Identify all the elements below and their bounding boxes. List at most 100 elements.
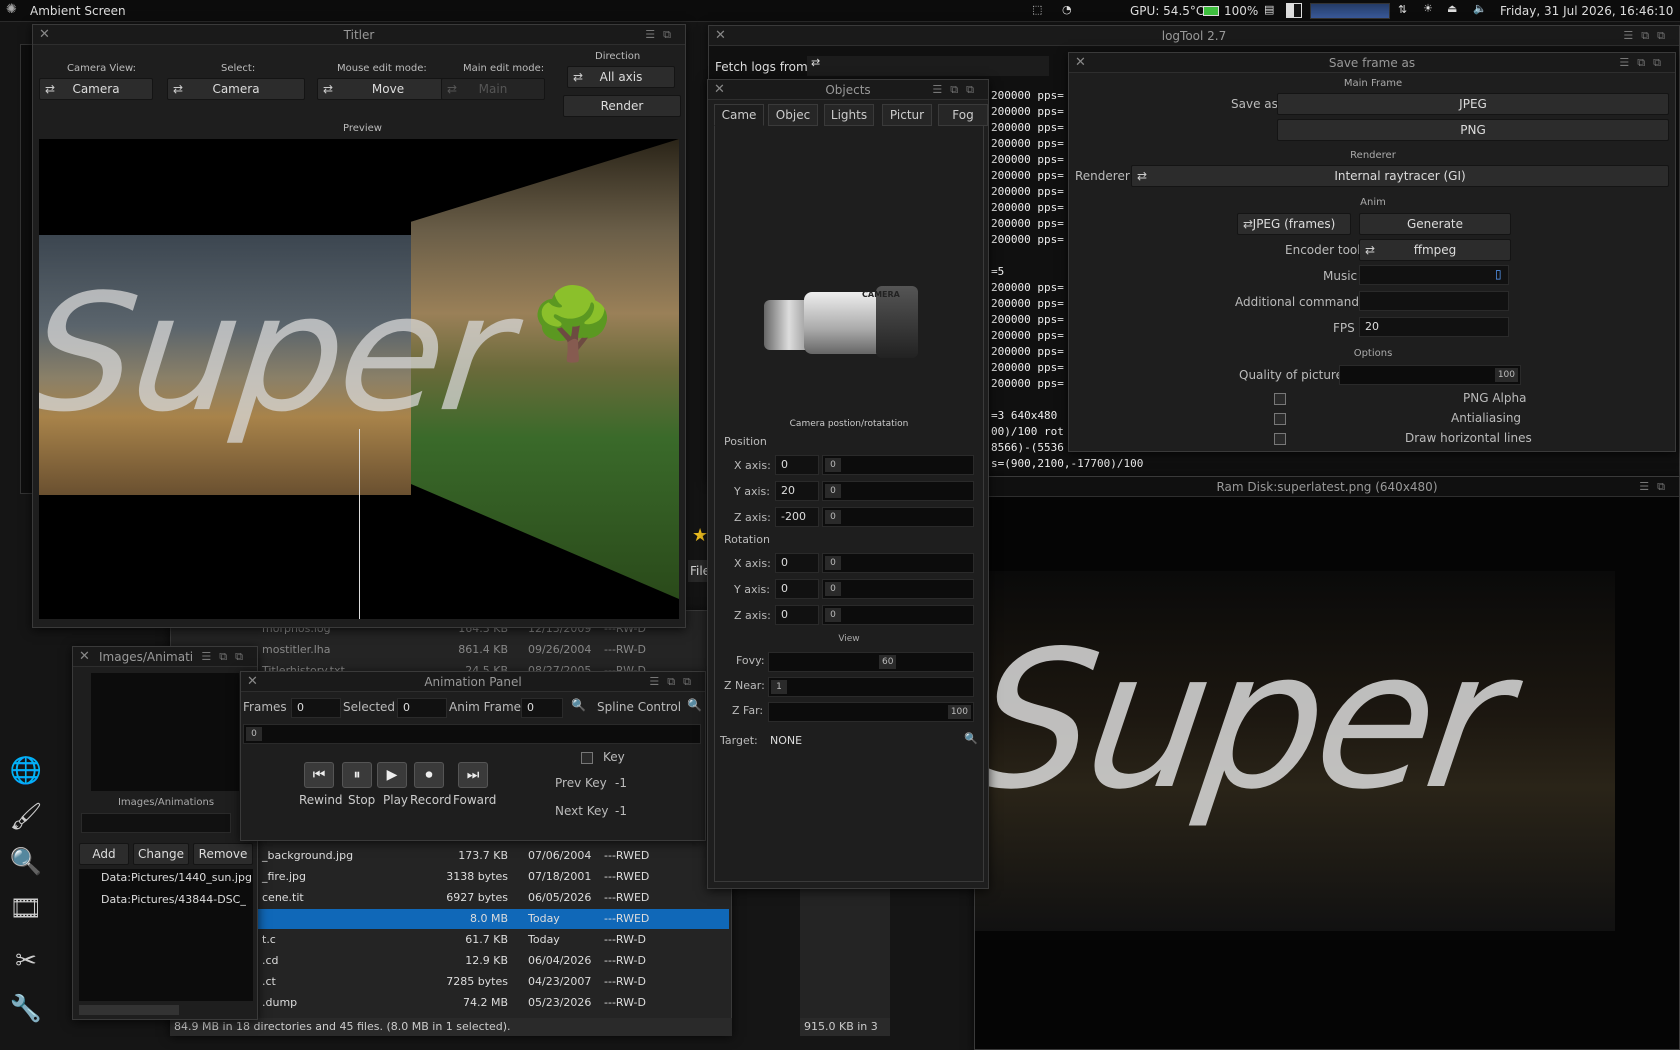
images-list-item[interactable]: Data:Pictures/43844-DSC_ [101, 893, 246, 906]
window-controls-icon[interactable]: ☰⧉ [1639, 477, 1673, 497]
images-titlebar[interactable]: ✕ Images/Animati ☰⧉⧉ [73, 647, 257, 667]
pos-x-knob[interactable]: 0 [825, 458, 841, 472]
logtool-titlebar[interactable]: ✕ logTool 2.7 ☰⧉⧉ [709, 26, 1679, 46]
file-row[interactable]: .cd 12.9 KB 06/04/2026 ---RW-D [252, 951, 729, 971]
close-icon[interactable]: ✕ [715, 26, 726, 46]
dock-wrench-icon[interactable]: 🔧 [4, 990, 48, 1028]
fovy-slider[interactable]: 60 [768, 652, 974, 672]
images-name-field[interactable] [81, 813, 231, 833]
select-cycle[interactable]: ⇄ Camera [167, 78, 305, 100]
quality-knob[interactable]: 100 [1494, 368, 1518, 382]
pos-y-field[interactable]: 20 [775, 481, 819, 501]
mouse-edit-cycle[interactable]: ⇄ Move [317, 78, 459, 100]
dock-paint-icon[interactable]: 🖌 [4, 798, 48, 836]
pos-z-slider[interactable]: 0 [822, 507, 974, 527]
zfar-slider[interactable]: 100 [768, 702, 974, 722]
images-list-item[interactable]: Data:Pictures/1440_sun.jpg [101, 871, 252, 884]
add-button[interactable]: Add [79, 843, 129, 865]
anim-titlebar[interactable]: ✕ Animation Panel ☰⧉⧉ [241, 672, 705, 692]
generate-button[interactable]: Generate [1359, 213, 1511, 235]
selected-field[interactable]: 0 [397, 698, 447, 718]
file-row[interactable]: .dump 74.2 MB 05/23/2026 ---RW-D [252, 993, 729, 1013]
window-controls-icon[interactable]: ☰⧉⧉ [932, 80, 982, 100]
fovy-knob[interactable]: 60 [879, 655, 897, 669]
pos-y-knob[interactable]: 0 [825, 484, 841, 498]
screenshot-icon[interactable]: ⬚ [1032, 3, 1042, 16]
anim-frame-field[interactable]: 0 [521, 698, 563, 718]
rot-z-field[interactable]: 0 [775, 605, 819, 625]
file-row[interactable]: .ct 7285 bytes 04/23/2007 ---RW-D [252, 972, 729, 992]
timeline-slider[interactable]: 0 [243, 724, 701, 744]
dock-globe-icon[interactable]: 🌐 [4, 752, 48, 790]
png-alpha-checkbox[interactable] [1274, 393, 1286, 405]
tab-fog[interactable]: Fog [938, 104, 988, 126]
file-picker-icon[interactable]: ▯ [1495, 267, 1502, 281]
close-icon[interactable]: ✕ [247, 672, 258, 692]
direction-cycle[interactable]: ⇄ All axis [567, 66, 675, 88]
images-scrollbar[interactable] [79, 1005, 179, 1015]
quality-slider[interactable]: 100 [1339, 365, 1521, 385]
eject-icon[interactable]: ⏏ [1447, 2, 1457, 15]
pos-x-slider[interactable]: 0 [822, 455, 974, 475]
viewer-titlebar[interactable]: Ram Disk:superlatest.png (640x480) ☰⧉ [975, 477, 1679, 497]
rot-y-field[interactable]: 0 [775, 579, 819, 599]
pos-x-field[interactable]: 0 [775, 455, 819, 475]
save-frame-titlebar[interactable]: ✕ Save frame as ☰⧉⧉ [1069, 53, 1675, 73]
window-controls-icon[interactable]: ☰⧉⧉ [649, 672, 699, 692]
star-icon[interactable]: ★ [692, 525, 708, 546]
tab-camera[interactable]: Came [714, 104, 764, 126]
file-row[interactable]: _fire.jpg 3138 bytes 07/18/2001 ---RWED [252, 867, 729, 887]
window-controls-icon[interactable]: ☰⧉⧉ [1623, 26, 1673, 46]
change-button[interactable]: Change [133, 843, 189, 865]
encoder-cycle[interactable]: ⇄ ffmpeg [1359, 239, 1511, 261]
close-icon[interactable]: ✕ [1075, 53, 1086, 73]
spline-icon[interactable]: 🔍 [687, 698, 702, 712]
tab-pictures[interactable]: Pictur [882, 104, 932, 126]
timeline-knob[interactable]: 0 [246, 727, 262, 741]
additional-commands-field[interactable] [1359, 291, 1509, 311]
file-row[interactable]: t.c 61.7 KB Today ---RW-D [252, 930, 729, 950]
record-button[interactable]: ⏺ [414, 762, 444, 788]
zfar-knob[interactable]: 100 [947, 705, 971, 719]
close-icon[interactable]: ✕ [39, 25, 50, 45]
brightness-icon[interactable]: ☀ [1423, 2, 1433, 15]
fps-field[interactable]: 20 [1359, 317, 1509, 337]
frames-field[interactable]: 0 [291, 698, 341, 718]
wifi-icon[interactable]: ◔ [1062, 3, 1072, 16]
forward-button[interactable]: ⏭ [458, 762, 488, 788]
file-row[interactable]: cene.tit 6927 bytes 06/05/2026 ---RWED [252, 888, 729, 908]
network-icon[interactable]: ⇅ [1398, 3, 1407, 16]
png-button[interactable]: PNG [1277, 119, 1669, 141]
volume-icon[interactable]: 🔈 [1473, 2, 1487, 15]
window-controls-icon[interactable]: ☰⧉⧉ [1619, 53, 1669, 73]
anim-format-cycle[interactable]: ⇄ JPEG (frames) [1237, 213, 1351, 235]
objects-titlebar[interactable]: ✕ Objects ☰⧉⧉ [708, 80, 988, 100]
preview-canvas[interactable]: 🌳 Super [39, 139, 679, 619]
file-row[interactable]: 8.0 MB Today ---RWED [252, 909, 729, 929]
remove-button[interactable]: Remove [193, 843, 253, 865]
rewind-button[interactable]: ⏮ [304, 762, 334, 788]
morphos-butterfly-icon[interactable]: ✺ [6, 2, 17, 17]
pos-z-knob[interactable]: 0 [825, 510, 841, 524]
pos-y-slider[interactable]: 0 [822, 481, 974, 501]
fetch-logs-cycle[interactable]: ⇄ [807, 56, 1049, 76]
znear-knob[interactable]: 1 [771, 680, 787, 694]
rot-x-slider[interactable]: 0 [822, 553, 974, 573]
rot-y-knob[interactable]: 0 [825, 582, 841, 596]
camera-view-cycle[interactable]: ⇄ Camera [39, 78, 153, 100]
titler-titlebar[interactable]: ✕ Titler ☰⧉ [33, 25, 685, 45]
file-row[interactable]: _background.jpg 173.7 KB 07/06/2004 ---RWED [252, 846, 729, 866]
renderer-cycle[interactable]: ⇄ Internal raytracer (GI) [1131, 165, 1669, 187]
dock-film-icon[interactable]: 🎞 [4, 890, 48, 928]
rot-y-slider[interactable]: 0 [822, 579, 974, 599]
rot-z-knob[interactable]: 0 [825, 608, 841, 622]
dock-tools-icon[interactable]: ✂ [4, 942, 48, 980]
window-controls-icon[interactable]: ☰⧉⧉ [201, 647, 251, 667]
play-button[interactable]: ▶ [377, 762, 407, 788]
stop-button[interactable]: ⏸ [342, 762, 372, 788]
dock-magnifier-icon[interactable]: 🔍 [4, 843, 48, 881]
rot-z-slider[interactable]: 0 [822, 605, 974, 625]
window-controls-icon[interactable]: ☰⧉ [645, 25, 679, 45]
close-icon[interactable]: ✕ [714, 80, 725, 100]
music-field[interactable] [1359, 265, 1509, 285]
